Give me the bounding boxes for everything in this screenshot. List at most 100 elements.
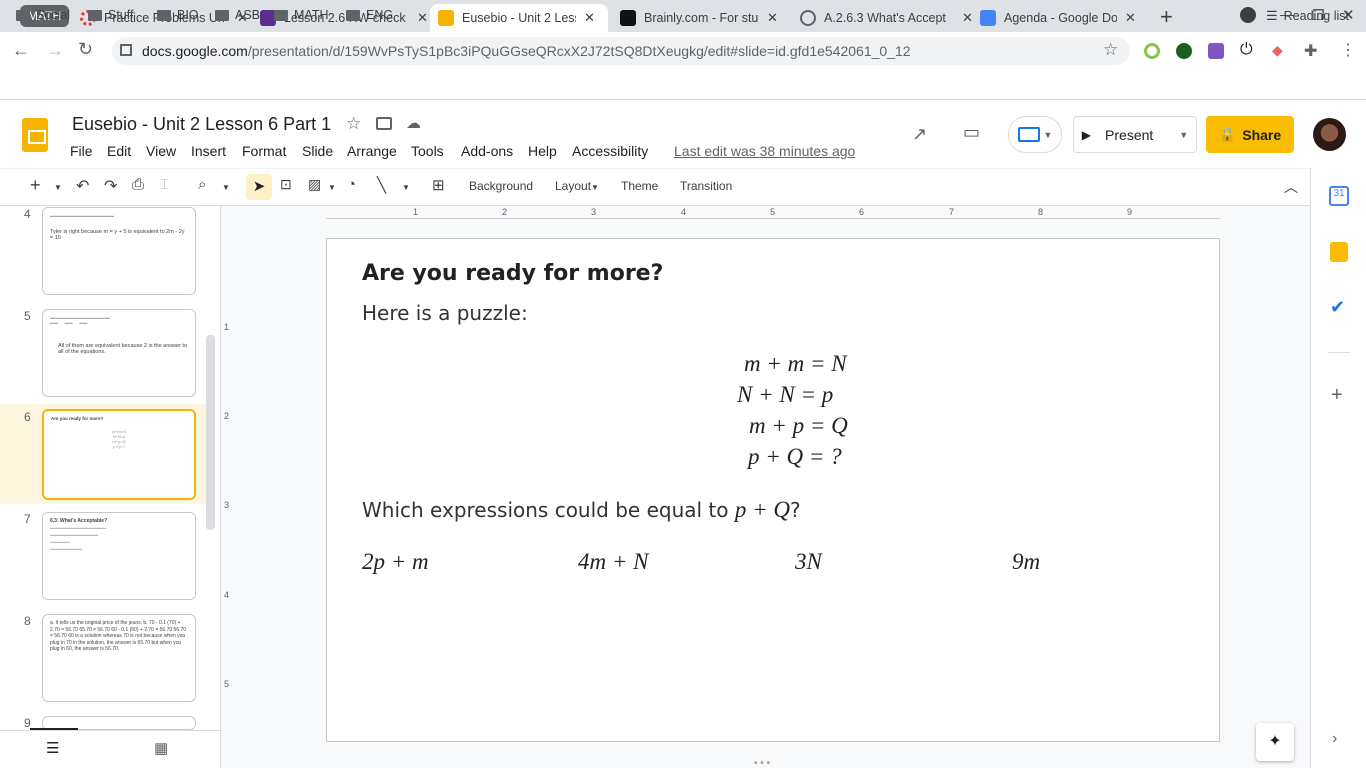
background-button[interactable]: Background [469, 179, 533, 193]
paint-format-icon[interactable]: ⌶ [160, 176, 169, 193]
slides-logo[interactable] [22, 118, 48, 152]
browser-menu-icon[interactable]: ⋮ [1340, 40, 1356, 60]
slide-thumbnail-selected[interactable]: Are you ready for more? m+m=N N+N=p m+p=Q p+… [42, 409, 196, 500]
bookmark-folder[interactable]: ENG [346, 8, 393, 22]
document-title[interactable]: Eusebio - Unit 2 Lesson 6 Part 1 [72, 114, 331, 135]
slide-thumbnail[interactable]: ▬▬▬▬▬▬▬▬▬▬▬▬▬▬▬▬ Tyler is right because m… [42, 207, 196, 295]
explore-icon[interactable]: ✦ [1256, 723, 1294, 761]
keep-icon[interactable] [1330, 242, 1348, 262]
extension-icon[interactable] [1176, 43, 1192, 59]
shape-icon[interactable]: ◔ [347, 176, 356, 193]
close-icon[interactable]: ✕ [584, 10, 595, 26]
reading-list[interactable]: ☰ Reading list [1266, 8, 1349, 24]
menu-insert[interactable]: Insert [191, 143, 226, 159]
forward-icon[interactable]: → [46, 40, 64, 61]
reload-icon[interactable]: ↻ [78, 39, 93, 60]
thumb-text: Are you ready for more? [51, 416, 104, 421]
menu-tools[interactable]: Tools [411, 143, 444, 159]
redo-icon[interactable]: ↷ [104, 176, 117, 196]
text-box-icon[interactable]: ⊡ [280, 176, 292, 193]
grid-view-icon[interactable]: ▦ [154, 739, 168, 757]
line-icon[interactable]: ╲ [377, 176, 386, 194]
site-info-icon[interactable] [120, 44, 132, 56]
folder-icon [346, 9, 360, 21]
close-icon[interactable]: ✕ [1125, 10, 1136, 26]
menu-file[interactable]: File [70, 143, 93, 159]
slide[interactable]: Are you ready for more? Here is a puzzle… [326, 238, 1220, 742]
activity-trend-icon[interactable]: ↗ [912, 124, 927, 145]
close-icon[interactable]: ✕ [767, 10, 778, 26]
close-icon[interactable]: ✕ [417, 10, 428, 26]
chevron-down-icon[interactable]: ▼ [328, 183, 336, 192]
calendar-icon[interactable]: 31 [1329, 186, 1349, 206]
insert-image-icon[interactable]: ▨ [308, 176, 321, 193]
extension-icon[interactable]: ◆ [1272, 42, 1283, 59]
filmstrip-view-icon[interactable]: ☰ [46, 739, 59, 757]
meet-present-button[interactable]: ▼ [1008, 116, 1062, 153]
answer-option: 9m [1012, 549, 1041, 574]
bookmark-folder[interactable]: MATH [274, 8, 329, 22]
menu-addons[interactable]: Add-ons [461, 143, 513, 159]
tab-search-icon[interactable] [1240, 7, 1256, 23]
new-tab-icon[interactable]: + [1160, 4, 1173, 30]
menu-edit[interactable]: Edit [107, 143, 131, 159]
add-comment-icon[interactable]: ⊞ [432, 176, 445, 194]
menu-arrange[interactable]: Arrange [347, 143, 397, 159]
menu-slide[interactable]: Slide [302, 143, 333, 159]
power-extension-icon[interactable]: ⏻ [1240, 41, 1253, 59]
speaker-notes-handle[interactable]: • • • [754, 758, 770, 769]
theme-button[interactable]: Theme [621, 179, 658, 193]
slide-thumbnail[interactable]: a. It tells us the original price of the… [42, 614, 196, 702]
comment-icon[interactable]: ▭ [963, 122, 980, 143]
extensions-puzzle-icon[interactable]: ✚ [1304, 41, 1317, 61]
expand-panel-icon[interactable]: › [1332, 730, 1337, 748]
present-button[interactable]: ▶ Present ▼ [1073, 116, 1197, 153]
extension-icon[interactable] [1144, 43, 1160, 59]
layout-button[interactable]: Layout▼ [555, 179, 599, 193]
horizontal-ruler[interactable]: 1 2 3 4 5 6 7 8 9 [326, 207, 1220, 219]
filmstrip-scrollbar[interactable] [206, 335, 215, 530]
browser-tab[interactable]: A.2.6.3 What's Accept ✕ [792, 4, 981, 32]
zoom-icon[interactable]: ⌕ [198, 176, 206, 193]
browser-tab-active[interactable]: Eusebio - Unit 2 Lesson ✕ [430, 4, 608, 32]
tasks-icon[interactable]: ✔ [1330, 297, 1345, 318]
chevron-down-icon[interactable]: ▼ [222, 183, 230, 192]
move-folder-icon[interactable] [376, 117, 392, 130]
star-icon[interactable]: ☆ [346, 114, 361, 134]
add-addon-icon[interactable]: + [1331, 384, 1343, 407]
share-button[interactable]: 🔒 Share [1206, 116, 1294, 153]
bookmark-star-icon[interactable]: ☆ [1103, 40, 1118, 60]
collapse-toolbar-icon[interactable]: ︿ [1284, 177, 1298, 197]
extension-icon[interactable] [1208, 43, 1224, 59]
bookmark-folder[interactable]: BIO [157, 8, 199, 22]
back-icon[interactable]: ← [12, 40, 30, 61]
transition-button[interactable]: Transition [680, 179, 732, 193]
chevron-down-icon[interactable]: ▼ [402, 183, 410, 192]
url-input[interactable]: docs.google.com/presentation/d/159WvPsTy… [112, 37, 1130, 65]
undo-icon[interactable]: ↶ [76, 176, 89, 196]
menu-accessibility[interactable]: Accessibility [572, 143, 648, 159]
ruler-tick: 1 [413, 207, 419, 217]
slide-thumbnail[interactable]: 6.3: What's Acceptable? ▬▬▬▬▬▬▬▬▬▬▬▬▬▬ ▬▬▬… [42, 512, 196, 600]
print-icon[interactable]: ⎙ [132, 176, 144, 193]
browser-tab[interactable]: Brainly.com - For stud ✕ [612, 4, 786, 32]
menu-view[interactable]: View [146, 143, 176, 159]
ruler-tick: 1 [224, 322, 230, 332]
vertical-ruler[interactable]: 1 2 3 4 5 [222, 238, 234, 742]
cloud-status-icon[interactable]: ☁ [406, 114, 421, 132]
new-slide-icon[interactable]: + [30, 175, 41, 196]
select-tool-icon[interactable]: ➤ [246, 174, 272, 200]
bookmark-folder[interactable]: ASB [215, 8, 260, 22]
slide-thumbnail[interactable]: ▬▬▬▬▬▬▬▬▬▬▬▬▬▬▬ ▬▬ ▬▬ ▬▬ All of them are e… [42, 309, 196, 397]
last-edit-link[interactable]: Last edit was 38 minutes ago [674, 143, 855, 159]
menu-help[interactable]: Help [528, 143, 557, 159]
browser-tab[interactable]: Agenda - Google Doc ✕ [972, 4, 1144, 32]
equation: N + N = p [737, 382, 834, 407]
menu-format[interactable]: Format [242, 143, 286, 159]
equation: p + Q = ? [748, 444, 842, 469]
bookmark-folder[interactable]: Stuff [88, 8, 133, 22]
chevron-down-icon[interactable]: ▼ [54, 183, 62, 192]
bookmark-folder[interactable]: Social [16, 8, 70, 22]
folder-icon [157, 9, 171, 21]
avatar[interactable] [1313, 118, 1346, 151]
